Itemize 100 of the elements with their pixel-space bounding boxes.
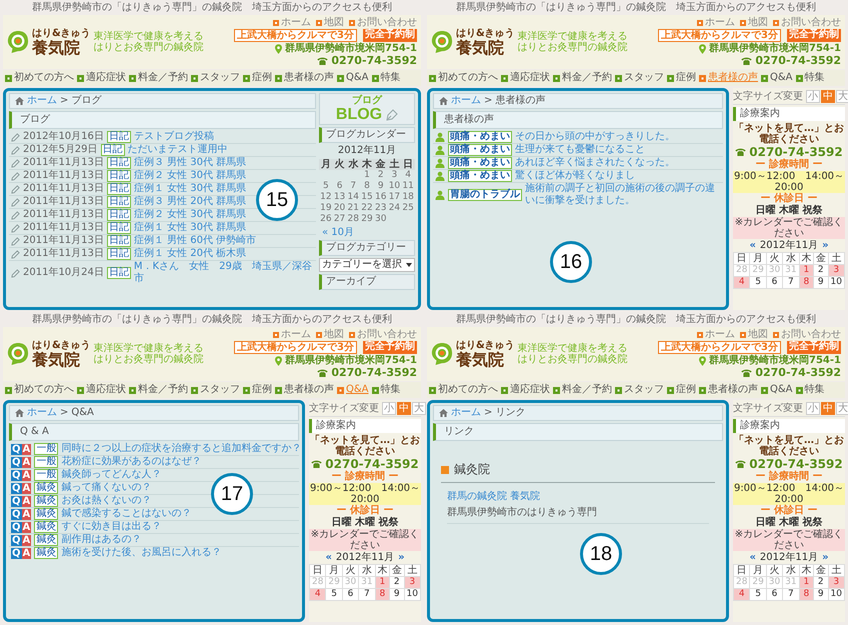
nav-link[interactable]: 症例	[243, 72, 272, 84]
previous-month-link[interactable]: «	[749, 240, 756, 252]
header-link[interactable]: 地図	[740, 329, 768, 340]
nav-link[interactable]: 料金／予約	[129, 72, 188, 84]
header-link[interactable]: 地図	[740, 17, 768, 28]
font-size-button[interactable]: 大	[412, 402, 426, 414]
phone-number: 0270-74-3592	[749, 457, 843, 471]
previous-month-link[interactable]: « 10月	[319, 227, 415, 238]
logo-subtitle: はりとお灸専門の鍼灸院	[94, 354, 204, 365]
nav-link[interactable]: 料金／予約	[129, 384, 188, 396]
nav-link[interactable]: 患者様の声	[275, 72, 334, 84]
font-size-button[interactable]: 大	[836, 90, 848, 102]
question-link[interactable]: お灸は熱くないの？	[61, 495, 152, 507]
breadcrumb-link[interactable]: ホーム	[27, 407, 57, 419]
nav-link[interactable]: 適応症状	[501, 72, 550, 84]
post-link[interactable]: 症例３ 男性 20代 群馬県	[134, 196, 246, 208]
nav-link[interactable]: Q&A	[337, 384, 369, 396]
category-dropdown[interactable]: カテゴリーを選択	[319, 258, 415, 272]
nav-link[interactable]: 患者様の声	[275, 384, 334, 396]
font-size-button[interactable]: 中	[821, 402, 835, 414]
header-link[interactable]: お問い合わせ	[349, 329, 417, 340]
nav-link[interactable]: Q&A	[337, 72, 369, 84]
next-month-link[interactable]: »	[822, 240, 829, 252]
square-bullet-icon	[796, 386, 803, 394]
question-link[interactable]: 同時に２つ以上の症状を治療すると追加料金ですか？	[61, 443, 302, 455]
nav-link[interactable]: 料金／予約	[553, 384, 612, 396]
square-bullet-icon	[243, 386, 250, 394]
question-link[interactable]: 鍼で感染することはないの？	[61, 508, 192, 520]
question-link[interactable]: 花粉症に効果があるのはなぜ？	[61, 456, 202, 468]
nav-link[interactable]: 患者様の声	[699, 384, 758, 396]
nav-link[interactable]: スタッフ	[615, 72, 664, 84]
post-link[interactable]: 症例２ 女性 30代 群馬県	[134, 170, 246, 182]
nav-link[interactable]: 特集	[796, 72, 825, 84]
testimonial-link[interactable]: 生理が来ても憂鬱になること	[515, 144, 645, 156]
breadcrumb-link[interactable]: ホーム	[451, 95, 481, 107]
nav-link[interactable]: 初めての方へ	[429, 72, 498, 84]
question-link[interactable]: 副作用はあるの？	[61, 534, 142, 546]
header-link[interactable]: お問い合わせ	[773, 329, 841, 340]
nav-link[interactable]: 症例	[667, 384, 696, 396]
nav-link[interactable]: 患者様の声	[699, 72, 758, 84]
header-link[interactable]: ホーム	[697, 17, 735, 28]
header-link[interactable]: お問い合わせ	[773, 17, 841, 28]
post-link[interactable]: 症例１ 女性 30代 群馬県	[134, 222, 246, 234]
font-size-label: 文字サイズ変更	[733, 402, 803, 415]
nav-link[interactable]: 特集	[796, 384, 825, 396]
nav-link[interactable]: 症例	[243, 384, 272, 396]
font-size-button[interactable]: 中	[397, 402, 411, 414]
nav-link[interactable]: スタッフ	[615, 384, 664, 396]
post-link[interactable]: 症例１ 男性 60代 伊勢崎市	[134, 235, 256, 247]
post-link[interactable]: 症例３ 男性 30代 群馬県	[134, 157, 246, 169]
font-size-button[interactable]: 中	[821, 90, 835, 102]
header-link[interactable]: 地図	[316, 329, 344, 340]
question-link[interactable]: すぐに効き目は出る？	[61, 521, 162, 533]
breadcrumb-link[interactable]: ホーム	[451, 407, 481, 419]
nav-link[interactable]: Q&A	[761, 72, 793, 84]
nav-link[interactable]: 初めての方へ	[429, 384, 498, 396]
header-link[interactable]: お問い合わせ	[349, 17, 417, 28]
nav-link[interactable]: 料金／予約	[553, 72, 612, 84]
post-link[interactable]: テストブログ投稿	[134, 131, 214, 143]
square-bullet-icon	[615, 74, 622, 82]
next-month-link[interactable]: »	[398, 552, 405, 564]
post-link[interactable]: 症例２ 女性 30代 群馬県	[134, 209, 246, 221]
site-link[interactable]: 群馬の鍼灸院 養気院	[447, 489, 709, 503]
nav-link[interactable]: スタッフ	[191, 384, 240, 396]
calendar-day: 19	[319, 203, 333, 214]
nav-link[interactable]: スタッフ	[191, 72, 240, 84]
calendar-day: 9	[814, 276, 828, 288]
nav-link[interactable]: 初めての方へ	[5, 384, 74, 396]
nav-link[interactable]: Q&A	[761, 384, 793, 396]
previous-month-link[interactable]: «	[325, 552, 332, 564]
testimonial-link[interactable]: 施術前の調子と初回の施術の後の調子の違いに衝撃を受けました。	[525, 183, 721, 207]
font-size-button[interactable]: 小	[806, 90, 820, 102]
question-link[interactable]: 鍼って痛くないの？	[61, 482, 152, 494]
question-link[interactable]: 鍼灸師ってどんな人？	[61, 469, 162, 481]
testimonial-link[interactable]: あれほど辛く悩まされた くなった。	[515, 157, 675, 169]
nav-link[interactable]: 適応症状	[77, 384, 126, 396]
nav-link[interactable]: 初めての方へ	[5, 72, 74, 84]
nav-link[interactable]: 適応症状	[501, 384, 550, 396]
nav-link[interactable]: 特集	[372, 384, 401, 396]
previous-month-link[interactable]: «	[749, 552, 756, 564]
font-size-button[interactable]: 小	[806, 402, 820, 414]
post-link[interactable]: ただいまテスト運用中	[128, 144, 228, 156]
question-link[interactable]: 施術を受けた後、お風呂に入れる？	[61, 547, 222, 559]
testimonial-link[interactable]: その日から頭の中がすっきりした。	[515, 131, 675, 143]
nav-link[interactable]: 症例	[667, 72, 696, 84]
post-link[interactable]: 症例１ 女性 30代 群馬県	[134, 183, 246, 195]
next-month-link[interactable]: »	[822, 552, 829, 564]
nav-link[interactable]: 特集	[372, 72, 401, 84]
nav-link[interactable]: 適応症状	[77, 72, 126, 84]
testimonial-link[interactable]: 驚くほど体が軽くなりまし	[515, 170, 635, 182]
font-size-button[interactable]: 小	[382, 402, 396, 414]
breadcrumb-link[interactable]: ホーム	[27, 95, 57, 107]
header-link[interactable]: ホーム	[697, 329, 735, 340]
header-link[interactable]: ホーム	[273, 17, 311, 28]
calendar-day: 4	[310, 588, 326, 600]
post-link[interactable]: M．Kさん 女性 29歳 埼玉県／深谷市	[134, 261, 314, 285]
font-size-button[interactable]: 大	[836, 402, 848, 414]
post-link[interactable]: 症例１ 女性 20代 栃木県	[134, 248, 246, 260]
header-link[interactable]: ホーム	[273, 329, 311, 340]
header-link[interactable]: 地図	[316, 17, 344, 28]
